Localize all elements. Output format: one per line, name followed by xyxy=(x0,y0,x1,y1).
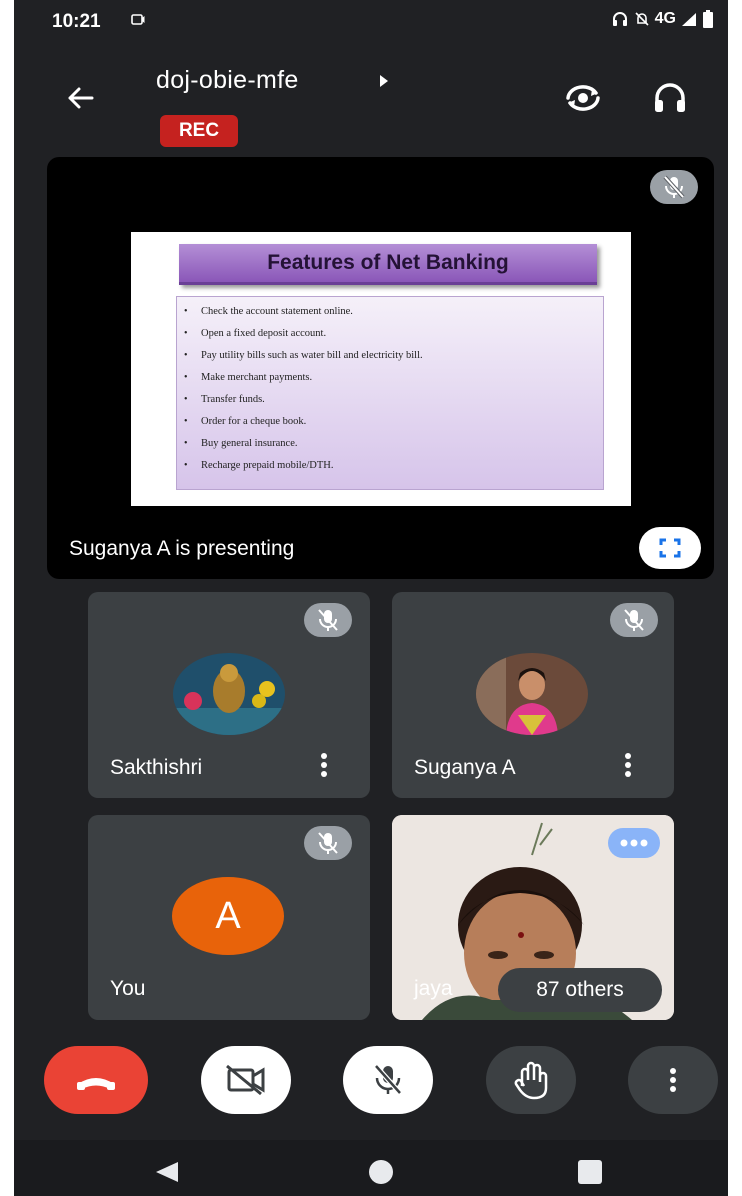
raise-hand-icon xyxy=(514,1061,548,1100)
fullscreen-button[interactable] xyxy=(639,527,701,569)
screen-record-icon xyxy=(131,14,145,25)
mic-off-icon xyxy=(318,832,338,854)
raise-hand-button[interactable] xyxy=(486,1046,576,1114)
slide-bullet: Transfer funds. xyxy=(184,389,603,411)
more-vert-icon[interactable] xyxy=(618,750,638,780)
nav-recents-icon[interactable] xyxy=(577,1159,603,1185)
mic-off-badge xyxy=(304,603,352,637)
participant-name: jaya xyxy=(414,977,453,1000)
more-vert-icon xyxy=(670,1068,676,1092)
participant-options-button[interactable] xyxy=(608,828,660,858)
mic-off-badge xyxy=(610,603,658,637)
more-vert-icon[interactable] xyxy=(314,750,334,780)
fullscreen-icon xyxy=(659,538,681,558)
status-icons: 4G xyxy=(611,10,714,28)
battery-icon xyxy=(703,10,713,28)
back-arrow-icon[interactable] xyxy=(58,76,102,120)
signal-icon xyxy=(682,13,696,26)
avatar xyxy=(476,653,588,735)
presentation-tile[interactable]: Features of Net Banking Check the accoun… xyxy=(47,157,714,579)
slide-bullet-box: Check the account statement online. Open… xyxy=(176,296,604,490)
status-time: 10:21 xyxy=(52,11,101,32)
headset-icon xyxy=(612,12,627,26)
slide-bullet: Buy general insurance. xyxy=(184,433,603,455)
participant-name: Suganya A xyxy=(414,756,516,779)
participant-tile[interactable]: Sakthishri xyxy=(88,592,370,798)
slide-bullet: Make merchant payments. xyxy=(184,367,603,389)
presentation-slide: Features of Net Banking Check the accoun… xyxy=(131,232,631,506)
avatar xyxy=(173,653,285,735)
self-tile[interactable]: A You xyxy=(88,815,370,1020)
slide-bullet: Recharge prepaid mobile/DTH. xyxy=(184,455,603,477)
notifications-off-icon xyxy=(635,12,649,26)
recording-badge: REC xyxy=(160,115,238,147)
switch-camera-icon[interactable] xyxy=(562,80,604,116)
slide-bullet: Pay utility bills such as water bill and… xyxy=(184,345,603,367)
system-navigation-bar xyxy=(14,1140,728,1196)
mic-off-icon xyxy=(663,175,685,199)
status-bar: 10:21 4G xyxy=(14,0,728,42)
slide-bullet: Check the account statement online. xyxy=(184,301,603,323)
phone-hangup-icon xyxy=(77,1078,115,1090)
camera-off-icon xyxy=(226,1064,265,1096)
slide-bullet: Order for a cheque book. xyxy=(184,411,603,433)
slide-title-bar: Features of Net Banking xyxy=(179,244,597,285)
caret-right-icon[interactable] xyxy=(378,74,390,88)
headphones-icon[interactable] xyxy=(650,80,690,116)
nav-home-icon[interactable] xyxy=(368,1159,394,1185)
participant-name: You xyxy=(110,977,146,1000)
mic-toggle-button[interactable] xyxy=(343,1046,433,1114)
leave-call-button[interactable] xyxy=(44,1046,148,1114)
more-horiz-icon xyxy=(620,839,648,847)
others-count-button[interactable]: 87 others xyxy=(498,968,662,1012)
mic-off-icon xyxy=(318,609,338,631)
presenter-mic-off-badge xyxy=(650,170,698,204)
slide-title: Features of Net Banking xyxy=(267,251,509,274)
mic-off-icon xyxy=(624,609,644,631)
meeting-code[interactable]: doj-obie-mfe xyxy=(156,66,299,95)
more-options-button[interactable] xyxy=(628,1046,718,1114)
network-type: 4G xyxy=(654,10,676,27)
nav-back-icon[interactable] xyxy=(152,1160,182,1184)
participant-name: Sakthishri xyxy=(110,756,203,779)
avatar-initial: A xyxy=(172,877,284,955)
mic-off-badge xyxy=(304,826,352,860)
mic-off-icon xyxy=(374,1064,402,1095)
slide-bullet: Open a fixed deposit account. xyxy=(184,323,603,345)
meet-call-screen: 10:21 4G doj-obie-mfe REC Features of Ne… xyxy=(14,0,728,1196)
camera-toggle-button[interactable] xyxy=(201,1046,291,1114)
presenter-label: Suganya A is presenting xyxy=(69,537,295,560)
participant-tile[interactable]: Suganya A xyxy=(392,592,674,798)
